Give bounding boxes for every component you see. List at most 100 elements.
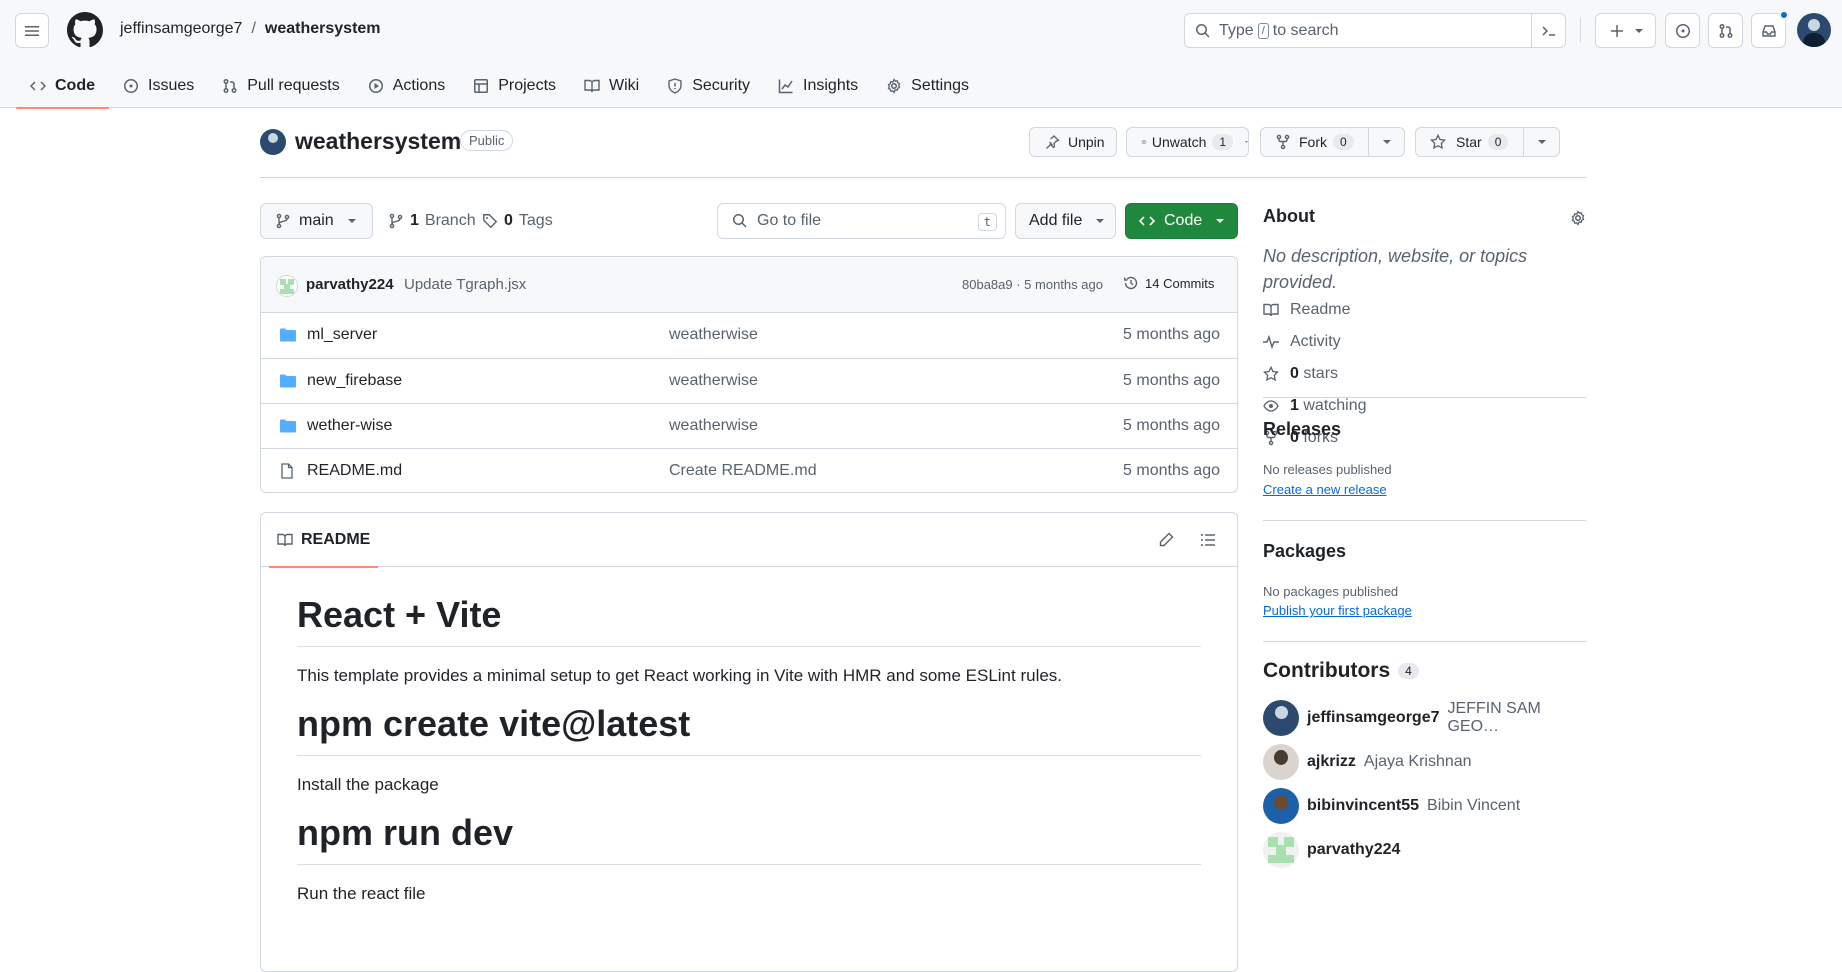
owner-avatar[interactable] (260, 129, 286, 155)
file-row[interactable]: wether-wise weatherwise 5 months ago (261, 403, 1237, 448)
file-name[interactable]: ml_server (307, 326, 377, 344)
stars-count: 0 (1290, 365, 1299, 382)
branch-select-button[interactable]: main (260, 203, 373, 239)
add-file-label: Add file (1029, 212, 1083, 229)
plus-icon (1610, 24, 1623, 37)
github-mark-icon (67, 12, 103, 48)
file-commit-message[interactable]: Create README.md (669, 462, 817, 480)
commit-message[interactable]: Update Tgraph.jsx (404, 276, 526, 293)
commit-author[interactable]: parvathy224 (306, 276, 394, 293)
contributors-title[interactable]: Contributors (1263, 659, 1390, 683)
contributor-item[interactable]: bibinvincent55 Bibin Vincent (1263, 784, 1586, 828)
tab-label: Actions (392, 77, 446, 94)
unpin-button[interactable]: Unpin (1029, 127, 1117, 157)
identicon-part (280, 289, 294, 294)
readme-paragraph: This template provides a minimal setup t… (297, 666, 1063, 685)
tab-label: Security (692, 77, 751, 94)
inbox-button[interactable] (1751, 10, 1789, 48)
contributor-name: Ajaya Krishnan (1363, 753, 1472, 770)
unwatch-button[interactable]: Unwatch 1 (1126, 127, 1249, 157)
user-avatar[interactable] (1797, 13, 1831, 47)
pull-request-icon (223, 79, 237, 93)
pull-requests-button[interactable] (1708, 13, 1743, 48)
file-row[interactable]: README.md Create README.md 5 months ago (261, 448, 1237, 492)
file-commit-message[interactable]: weatherwise (669, 326, 758, 344)
avatar (1263, 700, 1299, 736)
code-button[interactable]: Code (1125, 203, 1238, 239)
caret-down-icon (1382, 140, 1391, 144)
command-palette-button[interactable] (1531, 13, 1565, 48)
breadcrumb-owner[interactable]: jeffinsamgeorge7 (120, 20, 242, 38)
file-name[interactable]: wether-wise (307, 417, 392, 435)
publish-package-link[interactable]: Publish your first package (1263, 603, 1412, 618)
pulse-icon (1263, 334, 1279, 350)
github-logo[interactable] (67, 12, 103, 48)
releases-title[interactable]: Releases (1263, 419, 1341, 440)
breadcrumb-repo[interactable]: weathersystem (265, 20, 381, 38)
commit-author-avatar[interactable] (276, 275, 298, 297)
identicon-part (1276, 845, 1286, 855)
tags-link[interactable]: 0 Tags (482, 212, 553, 230)
file-commit-message[interactable]: weatherwise (669, 417, 758, 435)
file-name[interactable]: new_firebase (307, 372, 402, 390)
tab-wiki[interactable]: Wiki (570, 64, 653, 108)
contributor-item[interactable]: jeffinsamgeorge7 JEFFIN SAM GEO… (1263, 696, 1586, 740)
fork-button[interactable]: Fork 0 (1260, 127, 1405, 157)
star-button[interactable]: Star 0 (1415, 127, 1560, 157)
contributor-item[interactable]: parvathy224 (1263, 828, 1586, 872)
inbox-icon (1761, 24, 1776, 37)
stars-link[interactable]: 0 stars (1263, 358, 1367, 390)
readme-link[interactable]: Readme (1263, 294, 1367, 326)
readme-tab[interactable]: README (269, 513, 379, 568)
repo-title-bar: weathersystem Public Unpin Unwatch 1 For… (260, 108, 1586, 178)
fork-dropdown[interactable] (1368, 128, 1404, 156)
go-to-file-input[interactable]: Go to file t (717, 203, 1006, 239)
tab-security[interactable]: Security (653, 64, 764, 108)
tab-code[interactable]: Code (16, 64, 109, 109)
activity-link[interactable]: Activity (1263, 326, 1367, 358)
menu-button[interactable] (15, 13, 49, 48)
create-new-button[interactable] (1595, 13, 1656, 48)
file-time: 5 months ago (1123, 417, 1220, 434)
create-release-link[interactable]: Create a new release (1263, 482, 1387, 497)
tag-label: Tags (518, 212, 553, 229)
pencil-icon[interactable] (1158, 532, 1174, 548)
contributors-section: Contributors 4 jeffinsamgeorge7 JEFFIN S… (1263, 642, 1586, 872)
tab-projects[interactable]: Projects (459, 64, 570, 108)
file-commit-message[interactable]: weatherwise (669, 372, 758, 390)
tab-settings[interactable]: Settings (872, 64, 983, 108)
table-icon (474, 79, 489, 93)
readme-paragraph: Install the package (297, 775, 439, 794)
packages-title[interactable]: Packages (1263, 541, 1346, 562)
commits-link[interactable]: 14 Commits (1123, 275, 1214, 291)
file-name[interactable]: README.md (307, 462, 402, 480)
issues-button[interactable] (1665, 13, 1700, 48)
packages-section: Packages No packages published Publish y… (1263, 521, 1586, 642)
releases-section: Releases No releases published Create a … (1263, 398, 1586, 521)
history-icon (1124, 276, 1138, 290)
tag-count: 0 (504, 212, 513, 229)
tab-issues[interactable]: Issues (109, 64, 208, 108)
pin-icon (1046, 135, 1060, 149)
commit-count: 14 Commits (1145, 275, 1215, 291)
tab-insights[interactable]: Insights (764, 64, 872, 108)
tab-pull-requests[interactable]: Pull requests (208, 64, 354, 108)
file-row[interactable]: new_firebase weatherwise 5 months ago (261, 358, 1237, 403)
add-file-button[interactable]: Add file (1015, 203, 1116, 239)
file-time: 5 months ago (1123, 462, 1220, 479)
repo-name[interactable]: weathersystem (295, 128, 461, 155)
readme-paragraph: Run the react file (297, 884, 426, 903)
contributor-item[interactable]: ajkrizz Ajaya Krishnan (1263, 740, 1586, 784)
tab-actions[interactable]: Actions (354, 64, 459, 108)
file-list: parvathy224 Update Tgraph.jsx 80ba8a9 · … (260, 256, 1238, 493)
list-unordered-icon[interactable] (1200, 532, 1216, 548)
gear-icon[interactable] (1570, 210, 1586, 226)
commit-sha-time[interactable]: 80ba8a9 · 5 months ago (962, 277, 1103, 292)
about-section: About No description, website, or topics… (1263, 203, 1586, 446)
branch-label: Branch (424, 212, 476, 229)
file-row[interactable]: ml_server weatherwise 5 months ago (261, 313, 1237, 358)
branches-link[interactable]: 1 Branch (388, 212, 476, 230)
search-input[interactable]: Type / to search (1184, 13, 1566, 48)
star-dropdown[interactable] (1523, 128, 1559, 156)
avatar-figure (1808, 19, 1820, 31)
